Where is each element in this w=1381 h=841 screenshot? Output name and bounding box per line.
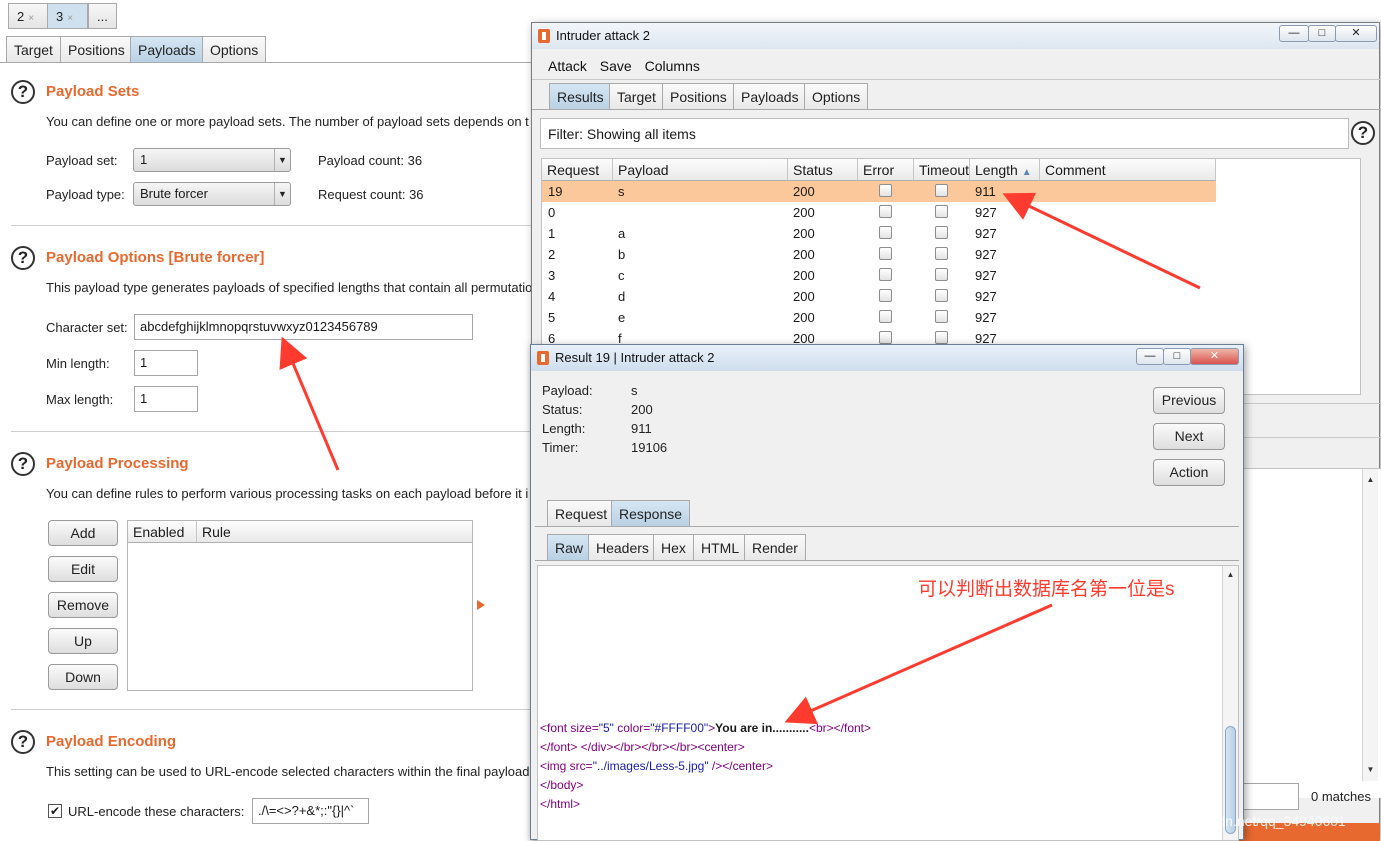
watermark: https://blog.csdn.net/qq_34940601 [1131,813,1346,829]
arrow-to-charset [279,336,340,471]
arrow-to-response [784,603,1053,725]
arrow-to-length [1002,192,1201,290]
annotation-arrows [279,192,1201,725]
annotation-text: 可以判断出数据库名第一位是s [918,579,1175,600]
